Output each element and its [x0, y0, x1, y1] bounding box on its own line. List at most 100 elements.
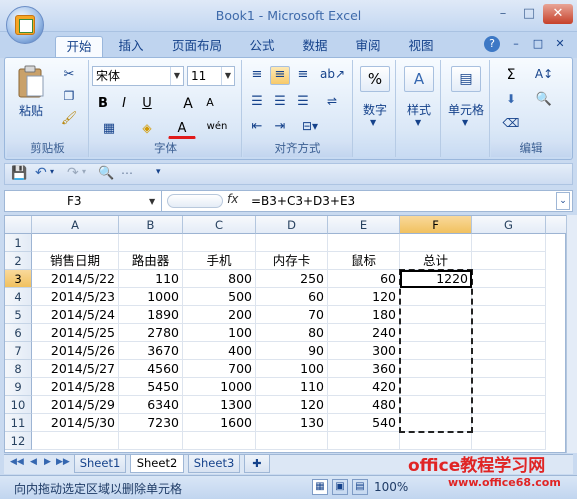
sheet-tab-1[interactable]: Sheet1 — [74, 455, 126, 473]
value-cell[interactable]: 180 — [328, 306, 400, 324]
value-cell[interactable] — [400, 342, 472, 360]
row-header-5[interactable]: 5 — [5, 306, 32, 324]
date-cell[interactable]: 2014/5/25 — [32, 324, 119, 342]
header-cell[interactable]: 鼠标 — [328, 252, 400, 270]
row-header-9[interactable]: 9 — [5, 378, 32, 396]
date-cell[interactable]: 2014/5/22 — [32, 270, 119, 288]
value-cell[interactable]: 2780 — [119, 324, 183, 342]
value-cell[interactable]: 80 — [256, 324, 328, 342]
normal-view-icon[interactable]: ▦ — [312, 479, 328, 495]
shrink-font-button[interactable]: A — [200, 95, 220, 114]
cell-empty[interactable] — [256, 432, 328, 450]
value-cell[interactable]: 1600 — [183, 414, 256, 432]
sheet-tab-3[interactable]: Sheet3 — [188, 455, 240, 473]
cell-empty[interactable] — [472, 288, 546, 306]
value-cell[interactable]: 110 — [256, 378, 328, 396]
align-bottom-icon[interactable]: ≡ — [293, 66, 313, 85]
value-cell[interactable]: 120 — [256, 396, 328, 414]
cell-empty[interactable] — [256, 234, 328, 252]
sort-filter-icon[interactable]: A↕ — [529, 66, 559, 85]
value-cell[interactable]: 420 — [328, 378, 400, 396]
value-cell[interactable]: 240 — [328, 324, 400, 342]
help-icon[interactable]: ? — [484, 36, 500, 52]
date-cell[interactable]: 2014/5/28 — [32, 378, 119, 396]
tab-insert[interactable]: 插入 — [108, 36, 154, 58]
fill-icon[interactable]: ⬇ — [497, 91, 525, 110]
value-cell[interactable]: 110 — [119, 270, 183, 288]
value-cell[interactable]: 300 — [328, 342, 400, 360]
cell-empty[interactable] — [119, 234, 183, 252]
wrap-text-icon[interactable]: ⇌ — [319, 93, 345, 112]
value-cell[interactable]: 500 — [183, 288, 256, 306]
font-color-button[interactable]: A — [168, 120, 196, 139]
find-select-icon[interactable]: 🔍 — [529, 91, 559, 110]
workbook-close-icon[interactable]: ✕ — [552, 36, 568, 52]
row-header-6[interactable]: 6 — [5, 324, 32, 342]
cell-empty[interactable] — [400, 234, 472, 252]
column-header-g[interactable]: G — [472, 216, 546, 234]
cell-empty[interactable] — [328, 234, 400, 252]
row-header-11[interactable]: 11 — [5, 414, 32, 432]
styles-icon[interactable]: A — [404, 66, 434, 92]
next-sheet-icon[interactable]: ▶ — [44, 457, 51, 467]
header-cell[interactable]: 总计 — [400, 252, 472, 270]
page-break-view-icon[interactable]: ▤ — [352, 479, 368, 495]
cell-empty[interactable] — [400, 432, 472, 450]
decrease-indent-icon[interactable]: ⇤ — [247, 118, 267, 137]
value-cell[interactable]: 1890 — [119, 306, 183, 324]
merge-center-icon[interactable]: ⊟▾ — [297, 118, 323, 137]
row-header-1[interactable]: 1 — [5, 234, 32, 252]
column-header-c[interactable]: C — [183, 216, 256, 234]
tab-home[interactable]: 开始 — [55, 36, 103, 58]
tab-data[interactable]: 数据 — [292, 36, 338, 58]
value-cell[interactable]: 700 — [183, 360, 256, 378]
row-header-7[interactable]: 7 — [5, 342, 32, 360]
percent-icon[interactable]: % — [360, 66, 390, 92]
formula-input[interactable]: =B3+C3+D3+E3 — [251, 191, 355, 211]
first-sheet-icon[interactable]: ◀◀ — [10, 457, 24, 467]
value-cell[interactable]: 7230 — [119, 414, 183, 432]
select-all-corner[interactable] — [5, 216, 32, 234]
value-cell[interactable]: 100 — [183, 324, 256, 342]
header-cell[interactable]: 内存卡 — [256, 252, 328, 270]
value-cell[interactable]: 120 — [328, 288, 400, 306]
cell-empty[interactable] — [472, 252, 546, 270]
cell-empty[interactable] — [472, 324, 546, 342]
value-cell[interactable]: 130 — [256, 414, 328, 432]
prev-sheet-icon[interactable]: ◀ — [30, 457, 37, 467]
date-cell[interactable]: 2014/5/27 — [32, 360, 119, 378]
align-middle-icon[interactable]: ≡ — [270, 66, 290, 85]
tab-formulas[interactable]: 公式 — [240, 36, 284, 58]
value-cell[interactable] — [400, 324, 472, 342]
column-header-f[interactable]: F — [400, 216, 472, 234]
format-painter-icon[interactable]: 🖌 — [59, 110, 79, 128]
value-cell[interactable]: 800 — [183, 270, 256, 288]
insert-sheet-icon[interactable]: ✚ — [244, 455, 270, 473]
font-name-select[interactable]: 宋体 ▼ — [92, 66, 184, 86]
value-cell[interactable]: 480 — [328, 396, 400, 414]
column-header-a[interactable]: A — [32, 216, 119, 234]
office-button[interactable] — [6, 6, 44, 44]
cell-empty[interactable] — [119, 432, 183, 450]
value-cell[interactable]: 5450 — [119, 378, 183, 396]
cells-button[interactable]: 单元格 — [444, 100, 488, 117]
cell-empty[interactable] — [32, 432, 119, 450]
value-cell[interactable]: 60 — [256, 288, 328, 306]
cell-empty[interactable] — [328, 432, 400, 450]
date-cell[interactable]: 2014/5/26 — [32, 342, 119, 360]
cell-empty[interactable] — [472, 270, 546, 288]
column-header-b[interactable]: B — [119, 216, 183, 234]
borders-icon[interactable]: ▦ — [94, 120, 124, 139]
number-format-button[interactable]: 数字 — [356, 100, 394, 117]
minimize-button[interactable]: – — [490, 4, 516, 24]
chevron-down-icon[interactable]: ▾ — [50, 167, 54, 176]
value-cell[interactable]: 4560 — [119, 360, 183, 378]
cell-empty[interactable] — [472, 432, 546, 450]
value-cell[interactable]: 250 — [256, 270, 328, 288]
header-cell[interactable]: 销售日期 — [32, 252, 119, 270]
close-button[interactable]: ✕ — [543, 4, 573, 24]
value-cell[interactable]: 1000 — [183, 378, 256, 396]
cell-empty[interactable] — [472, 234, 546, 252]
cell-empty[interactable] — [183, 234, 256, 252]
value-cell[interactable] — [400, 414, 472, 432]
